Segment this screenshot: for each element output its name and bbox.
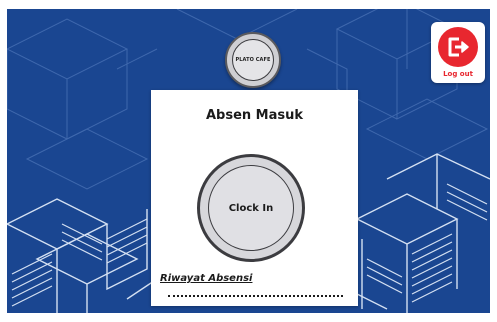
clock-in-ring: Clock In (208, 165, 294, 251)
logout-icon (448, 37, 469, 57)
logout-button[interactable]: Log out (431, 22, 485, 83)
attendance-history-link[interactable]: Riwayat Absensi (160, 273, 252, 284)
logo-inner-ring: PLATO CAFE (232, 39, 274, 81)
cafe-logo: PLATO CAFE (225, 32, 281, 88)
clock-in-label: Clock In (228, 202, 274, 214)
dotted-divider (168, 295, 343, 297)
clock-in-button[interactable]: Clock In (197, 154, 305, 262)
logout-icon-circle (438, 27, 478, 67)
app-screen: PLATO CAFE Absen Masuk Clock In Riwayat … (7, 9, 490, 313)
card-title: Absen Masuk (205, 108, 304, 123)
logo-text: PLATO CAFE (235, 57, 271, 63)
logout-label: Log out (443, 70, 473, 78)
attendance-card: Absen Masuk Clock In Riwayat Absensi (151, 90, 358, 306)
